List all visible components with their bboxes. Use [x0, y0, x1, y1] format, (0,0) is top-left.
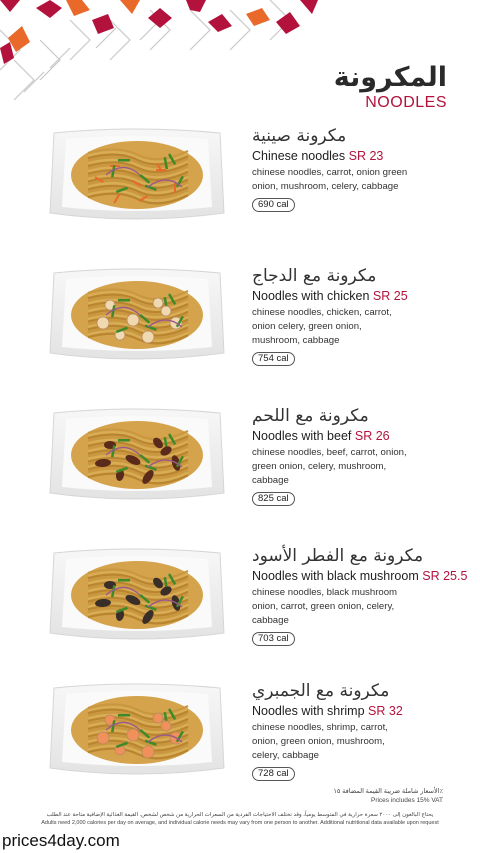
dish-name-arabic: مكرونة مع الدجاج: [252, 266, 377, 286]
page-title-english: NOODLES: [365, 94, 447, 111]
dish-name-english: Chinese noodles SR 23: [252, 148, 462, 164]
menu-item-info: مكرونة مع اللحم Noodles with beef SR 26 …: [252, 405, 462, 506]
calorie-badge: 690 cal: [252, 198, 295, 212]
dish-price: SR 25.5: [422, 569, 468, 583]
dish-ingredients: chinese noodles, black mushroom onion, c…: [252, 587, 398, 626]
dish-price: SR 23: [348, 149, 384, 163]
page-title-arabic: المكرونة: [333, 62, 447, 93]
vat-note-arabic: الأسعار شاملة ضريبة القيمة المضافة ١٥٪: [333, 788, 443, 795]
dish-name-arabic: مكرونة مع اللحم: [252, 406, 369, 426]
calorie-badge: 728 cal: [252, 767, 295, 781]
dish-name-english-text: Noodles with shrimp: [252, 704, 365, 718]
menu-item-info: مكرونة صينية Chinese noodles SR 23 chine…: [252, 125, 462, 212]
calorie-footnote-arabic: يحتاج البالغون إلى ٢٠٠٠ سعرة حرارية في ا…: [46, 812, 434, 818]
dish-price: SR 26: [354, 429, 390, 443]
menu-item: مكرونة مع الفطر الأسود Noodles with blac…: [0, 545, 480, 670]
menu-item-info: مكرونة مع الفطر الأسود Noodles with blac…: [252, 545, 467, 646]
dish-name-english-text: Noodles with chicken: [252, 289, 370, 303]
menu-item: مكرونة مع اللحم Noodles with beef SR 26 …: [0, 405, 480, 530]
dish-photo: [48, 265, 226, 365]
menu-header: المكرونة NOODLES: [334, 62, 447, 112]
menu-item-info: مكرونة مع الدجاج Noodles with chicken SR…: [252, 265, 462, 366]
dish-name-english: Noodles with black mushroom SR 25.5: [252, 568, 467, 584]
decorative-pattern: [0, 0, 318, 100]
dish-photo: [48, 680, 226, 780]
calorie-badge: 825 cal: [252, 492, 295, 506]
dish-price: SR 25: [372, 289, 408, 303]
vat-note-english: Prices includes 15% VAT: [370, 797, 443, 804]
dish-name-english-text: Noodles with beef: [252, 429, 352, 443]
dish-photo: [48, 125, 226, 225]
calorie-badge: 754 cal: [252, 352, 295, 366]
dish-price: SR 32: [368, 704, 403, 718]
calorie-footnote: يحتاج البالغون إلى ٢٠٠٠ سعرة حرارية في ا…: [6, 811, 474, 827]
dish-name-english: Noodles with chicken SR 25: [252, 288, 462, 304]
dish-name-arabic: مكرونة مع الفطر الأسود: [252, 546, 424, 566]
dish-name-arabic: مكرونة صينية: [252, 126, 347, 146]
dish-ingredients: chinese noodles, shrimp, carrot, onion, …: [252, 722, 388, 761]
site-watermark: prices4day.com: [2, 831, 120, 850]
dish-photo: [48, 545, 226, 645]
calorie-footnote-english: Adults need 2,000 calories per day on av…: [41, 820, 439, 826]
dish-name-english: Noodles with beef SR 26: [252, 428, 462, 444]
dish-name-english: Noodles with shrimp SR 32: [252, 703, 462, 719]
dish-ingredients: chinese noodles, beef, carrot, onion, gr…: [252, 447, 407, 486]
dish-name-english-text: Chinese noodles: [252, 149, 346, 163]
menu-item-info: مكرونة مع الجمبري Noodles with shrimp SR…: [252, 680, 462, 781]
dish-name-arabic: مكرونة مع الجمبري: [252, 681, 390, 701]
dish-ingredients: chinese noodles, chicken, carrot, onion …: [252, 307, 392, 346]
calorie-badge: 703 cal: [252, 632, 295, 646]
vat-note: الأسعار شاملة ضريبة القيمة المضافة ١٥٪ P…: [333, 787, 443, 805]
dish-ingredients: chinese noodles, carrot, onion green oni…: [252, 167, 408, 192]
menu-item: مكرونة صينية Chinese noodles SR 23 chine…: [0, 125, 480, 250]
dish-photo: [48, 405, 226, 505]
menu-item: مكرونة مع الدجاج Noodles with chicken SR…: [0, 265, 480, 390]
dish-name-english-text: Noodles with black mushroom: [252, 569, 419, 583]
